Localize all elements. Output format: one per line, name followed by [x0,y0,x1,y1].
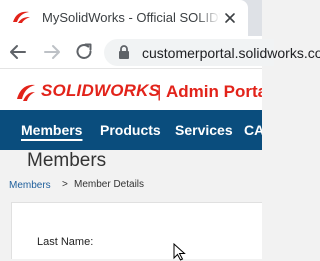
brand-suffix: Admin Portal [166,82,262,101]
reload-icon[interactable] [72,40,96,64]
url-text[interactable]: customerportal.solidworks.com [142,45,320,61]
ds-logo [17,84,35,101]
member-details-card [11,202,262,259]
breadcrumb-link-members[interactable]: Members [9,180,51,191]
browser-tab[interactable]: MySolidWorks - Official SOLIDWORKS Commu… [0,0,248,36]
nav-item-products[interactable]: Products [100,122,161,138]
solidworks-ds-icon [13,11,30,23]
brand-separator: | [157,82,162,101]
mouse-cursor-icon [173,243,186,261]
last-name-label: Last Name: [37,236,94,248]
address-bar[interactable]: customerportal.solidworks.com [104,39,320,66]
breadcrumb-separator: > [62,179,68,190]
close-icon[interactable] [222,10,238,26]
breadcrumb-current: Member Details [74,179,145,190]
tab-title: MySolidWorks - Official SOLIDWORKS Commu… [42,10,220,25]
forward-arrow-icon[interactable] [40,40,64,64]
nav-item-services[interactable]: Services [175,122,233,138]
nav-item-ca[interactable]: CA [244,122,262,138]
lock-icon[interactable] [118,45,130,59]
page-title: Members [27,150,107,171]
browser-toolbar: customerportal.solidworks.com [0,36,320,68]
browser-tab-strip: MySolidWorks - Official SOLIDWORKS Commu… [0,0,262,36]
brand-header: SOLIDWORKS | Admin Portal [0,68,262,111]
nav-item-members[interactable]: Members [21,122,82,138]
portal-page: SOLIDWORKS | Admin Portal Members Produc… [0,68,262,259]
back-arrow-icon[interactable] [6,40,30,64]
brand-name: SOLIDWORKS [41,81,161,100]
main-nav: Members Products Services CA [0,110,262,150]
